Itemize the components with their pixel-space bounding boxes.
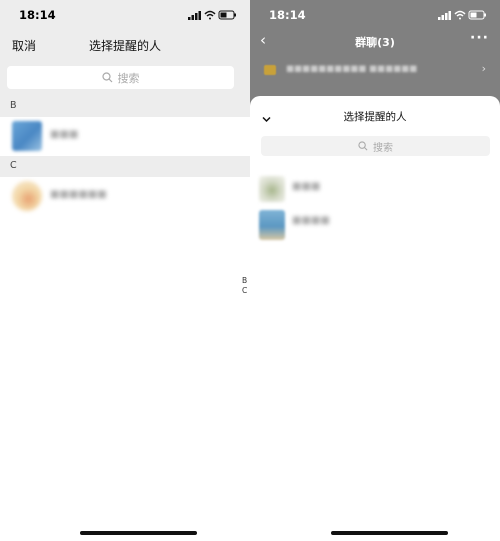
contact-name: ■■■ <box>50 129 79 140</box>
search-placeholder: 搜索 <box>373 142 393 154</box>
notice-icon <box>264 65 276 75</box>
status-time: 18:14 <box>269 8 306 22</box>
mention-sheet: 选择提醒的人 搜索 ■■■ ■■■■ <box>250 96 500 541</box>
index-letter-c[interactable]: C <box>242 286 247 295</box>
group-notice-banner[interactable]: ■■■■■■■■■■ ■■■■■■ › <box>250 57 500 83</box>
home-indicator <box>331 531 448 535</box>
nav-bar: 18:14 取消 选择提醒的人 <box>0 0 250 60</box>
contact-row[interactable]: ■■■ <box>0 117 250 157</box>
avatar <box>12 121 42 151</box>
status-icons <box>188 9 238 21</box>
wifi-icon <box>454 10 466 20</box>
sheet-title: 选择提醒的人 <box>343 111 407 123</box>
home-indicator <box>80 531 197 535</box>
member-name: ■■■ <box>292 181 321 192</box>
section-letter: B <box>10 100 17 111</box>
status-bar: 18:14 <box>250 0 500 32</box>
wifi-icon <box>204 10 216 20</box>
sheet-search-input[interactable]: 搜索 <box>261 136 490 156</box>
contact-name: ■■■■■■ <box>50 189 107 200</box>
search-placeholder: 搜索 <box>117 71 140 85</box>
avatar <box>259 176 285 202</box>
section-header-c: C <box>0 156 250 177</box>
chevron-right-icon: › <box>481 62 486 75</box>
section-header-b: B <box>0 96 250 117</box>
page-title: 选择提醒的人 <box>88 39 161 53</box>
member-name: ■■■■ <box>292 215 330 226</box>
avatar <box>12 181 42 211</box>
search-input[interactable]: 搜索 <box>7 66 234 89</box>
search-icon <box>358 141 368 151</box>
avatar <box>259 210 285 240</box>
status-bar: 18:14 <box>0 0 250 32</box>
member-row[interactable]: ■■■ <box>250 172 500 206</box>
contact-row[interactable]: ■■■■■■ <box>0 177 250 217</box>
notice-text: ■■■■■■■■■■ ■■■■■■ <box>286 64 418 74</box>
section-letter: C <box>10 160 17 171</box>
status-icons <box>438 9 488 21</box>
search-bar: 搜索 <box>0 60 250 96</box>
battery-icon <box>218 10 236 20</box>
signal-icon <box>188 11 201 20</box>
status-time: 18:14 <box>19 8 56 22</box>
battery-icon <box>468 10 486 20</box>
member-row[interactable]: ■■■■ <box>250 206 500 240</box>
right-screen: 18:14 ‹ 群聊(3) ··· ■■■■■■■■■■ ■■■■■■ › 选择… <box>250 0 500 541</box>
more-button[interactable]: ··· <box>470 30 489 46</box>
chat-title: 群聊(3) <box>355 36 395 49</box>
signal-icon <box>438 11 451 20</box>
index-letter-b[interactable]: B <box>242 276 247 285</box>
left-screen: 18:14 取消 选择提醒的人 搜索 B ■■■ C ■■■■■■ B C <box>0 0 250 541</box>
search-icon <box>101 72 112 83</box>
